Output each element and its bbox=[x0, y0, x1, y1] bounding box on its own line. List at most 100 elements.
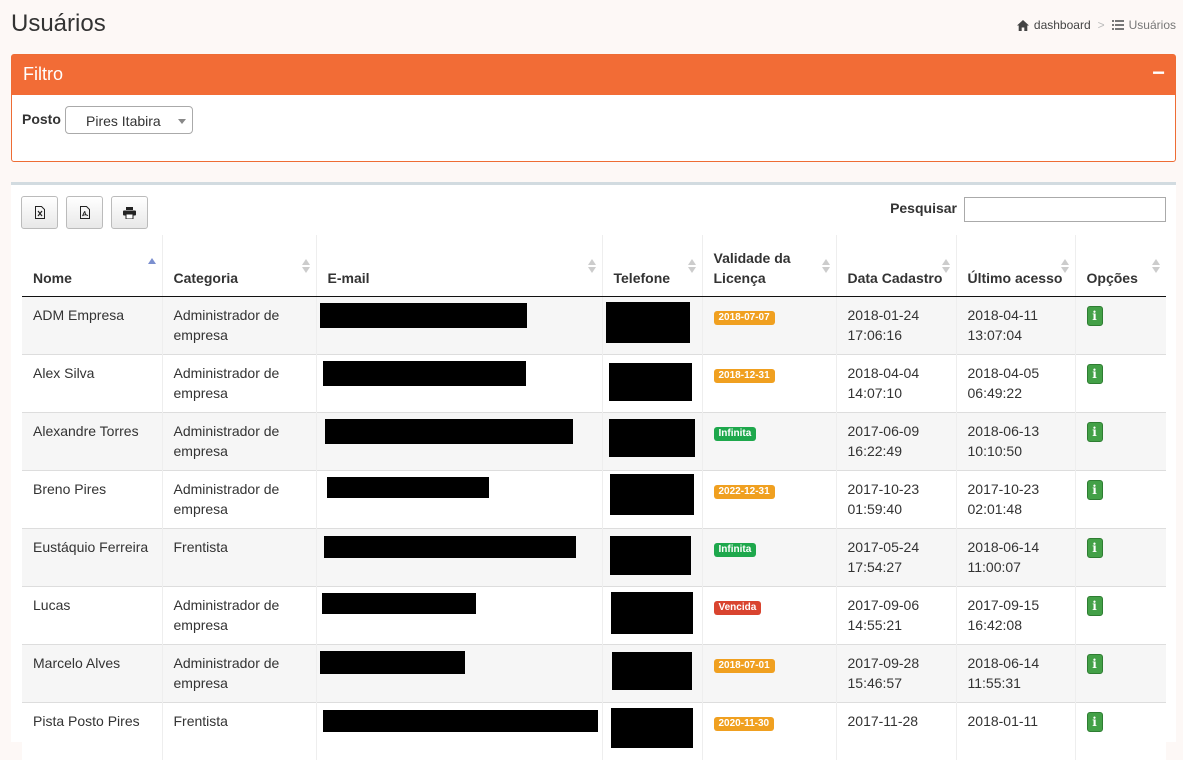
sort-icon bbox=[1152, 259, 1160, 277]
created-date: 2017-11-28 bbox=[847, 712, 919, 729]
cell-email bbox=[315, 295, 602, 354]
cell-email bbox=[315, 527, 602, 586]
column-header-nome[interactable]: Nome bbox=[22, 235, 162, 297]
table-row[interactable]: Pista Posto Pires Frentista 2020-11-30 2017… bbox=[22, 701, 1166, 760]
info-button[interactable]: i bbox=[1086, 711, 1103, 732]
column-header-label: Opções bbox=[1086, 269, 1138, 286]
info-button[interactable]: i bbox=[1086, 363, 1103, 384]
cell-data-cadastro: 2018-04-04 14:07:10 bbox=[835, 353, 956, 412]
redacted-phone bbox=[608, 418, 695, 457]
cell-validade: 2020-11-30 bbox=[701, 701, 836, 760]
cell-categoria: Administrador de empresa bbox=[161, 643, 316, 702]
user-category: Administrador de empresa bbox=[173, 306, 280, 343]
user-name: Marcelo Alves bbox=[33, 654, 121, 671]
cell-categoria: Administrador de empresa bbox=[161, 295, 316, 354]
sort-icon bbox=[821, 259, 830, 277]
last-access-date: 2017-10-23 02:01:48 bbox=[967, 480, 1040, 517]
cell-categoria: Frentista bbox=[161, 701, 316, 760]
filter-body: Posto Pires Itabira bbox=[12, 95, 1175, 134]
posto-select[interactable]: Pires Itabira bbox=[65, 106, 193, 134]
info-button[interactable]: i bbox=[1086, 305, 1103, 326]
cell-nome: Marcelo Alves bbox=[22, 643, 162, 702]
cell-validade: 2018-07-01 bbox=[701, 643, 836, 702]
created-date: 2018-04-04 14:07:10 bbox=[847, 364, 920, 401]
breadcrumb: dashboard > Usuários bbox=[1016, 18, 1176, 32]
user-category: Frentista bbox=[173, 538, 228, 555]
filter-panel: Filtro − Posto Pires Itabira bbox=[11, 54, 1176, 162]
cell-ultimo-acesso: 2018-04-11 13:07:04 bbox=[955, 295, 1075, 354]
breadcrumb-home-label: dashboard bbox=[1033, 18, 1091, 32]
home-icon bbox=[1016, 19, 1029, 31]
cell-validade: 2018-12-31 bbox=[701, 353, 836, 412]
pdf-icon bbox=[79, 206, 90, 219]
column-header-telefone[interactable]: Telefone bbox=[601, 235, 702, 297]
cell-telefone bbox=[601, 353, 702, 412]
user-name: Eustáquio Ferreira bbox=[33, 538, 149, 555]
cell-validade: 2022-12-31 bbox=[701, 469, 836, 528]
users-table-panel: Pesquisar Nome Categoria E-mail Telefone… bbox=[11, 182, 1176, 760]
cell-email bbox=[315, 353, 602, 412]
column-header-categoria[interactable]: Categoria bbox=[161, 235, 316, 297]
cell-email bbox=[315, 411, 602, 470]
user-name: Pista Posto Pires bbox=[33, 712, 140, 729]
info-button[interactable]: i bbox=[1086, 537, 1103, 558]
collapse-button[interactable]: − bbox=[1152, 55, 1165, 91]
cell-data-cadastro: 2017-09-28 15:46:57 bbox=[835, 643, 956, 702]
table-row[interactable]: Alexandre Torres Administrador de empresa… bbox=[22, 411, 1166, 470]
page-header: Usuários dashboard > Usuários bbox=[11, 8, 1176, 40]
license-badge: Infinita bbox=[713, 542, 757, 557]
column-header-email[interactable]: E-mail bbox=[315, 235, 602, 297]
redacted-phone bbox=[609, 473, 694, 515]
search-input[interactable] bbox=[964, 197, 1166, 222]
license-badge: 2018-07-07 bbox=[713, 310, 775, 325]
cell-opcoes: i bbox=[1074, 643, 1166, 702]
print-button[interactable] bbox=[111, 196, 148, 229]
redacted-phone bbox=[608, 362, 692, 401]
table-row[interactable]: Marcelo Alves Administrador de empresa 201… bbox=[22, 643, 1166, 702]
breadcrumb-dashboard-link[interactable]: dashboard bbox=[1016, 18, 1091, 32]
cell-validade: 2018-07-07 bbox=[701, 295, 836, 354]
posto-label: Posto bbox=[22, 111, 61, 127]
table-row[interactable]: Alex Silva Administrador de empresa 2018-1… bbox=[22, 353, 1166, 412]
search-label: Pesquisar bbox=[890, 200, 957, 216]
info-button[interactable]: i bbox=[1086, 653, 1103, 674]
cell-nome: Eustáquio Ferreira bbox=[22, 527, 162, 586]
redacted-email bbox=[319, 650, 465, 674]
cell-ultimo-acesso: 2018-06-14 11:55:31 bbox=[955, 643, 1075, 702]
redacted-email bbox=[319, 302, 527, 328]
license-badge: 2018-12-31 bbox=[713, 368, 775, 383]
redacted-email bbox=[321, 592, 476, 614]
cell-ultimo-acesso: 2018-06-13 10:10:50 bbox=[955, 411, 1075, 470]
created-date: 2017-10-23 01:59:40 bbox=[847, 480, 920, 517]
last-access-date: 2018-06-14 11:55:31 bbox=[967, 654, 1040, 691]
column-header-validade[interactable]: Validade da Licença bbox=[701, 235, 836, 297]
export-pdf-button[interactable] bbox=[66, 196, 103, 229]
table-header-row: Nome Categoria E-mail Telefone Validade … bbox=[22, 235, 1166, 297]
cell-validade: Infinita bbox=[701, 411, 836, 470]
table-row[interactable]: Lucas Administrador de empresa Vencida 2017… bbox=[22, 585, 1166, 644]
cell-ultimo-acesso: 2017-09-15 16:42:08 bbox=[955, 585, 1075, 644]
column-header-data-cadastro[interactable]: Data Cadastro bbox=[835, 235, 956, 297]
cell-categoria: Administrador de empresa bbox=[161, 353, 316, 412]
column-header-opcoes[interactable]: Opções bbox=[1074, 235, 1166, 297]
info-button[interactable]: i bbox=[1086, 421, 1103, 442]
table-row[interactable]: Breno Pires Administrador de empresa 2022-… bbox=[22, 469, 1166, 528]
cell-data-cadastro: 2017-06-09 16:22:49 bbox=[835, 411, 956, 470]
last-access-date: 2018-04-11 13:07:04 bbox=[967, 306, 1039, 343]
cell-nome: Lucas bbox=[22, 585, 162, 644]
column-header-ultimo-acesso[interactable]: Último acesso bbox=[955, 235, 1075, 297]
license-badge: Vencida bbox=[713, 600, 762, 615]
redacted-phone bbox=[611, 651, 692, 690]
table-row[interactable]: ADM Empresa Administrador de empresa 2018-… bbox=[22, 295, 1166, 354]
sort-asc-icon bbox=[147, 258, 156, 276]
cell-ultimo-acesso: 2018-01-11 bbox=[955, 701, 1075, 760]
info-button[interactable]: i bbox=[1086, 595, 1103, 616]
export-excel-button[interactable] bbox=[21, 196, 58, 229]
breadcrumb-separator: > bbox=[1097, 18, 1105, 32]
info-button[interactable]: i bbox=[1086, 479, 1103, 500]
cell-opcoes: i bbox=[1074, 585, 1166, 644]
table-row[interactable]: Eustáquio Ferreira Frentista Infinita 2017-… bbox=[22, 527, 1166, 586]
last-access-date: 2018-06-14 11:00:07 bbox=[967, 538, 1040, 575]
user-name: Alex Silva bbox=[33, 364, 95, 381]
last-access-date: 2018-01-11 bbox=[967, 712, 1039, 729]
